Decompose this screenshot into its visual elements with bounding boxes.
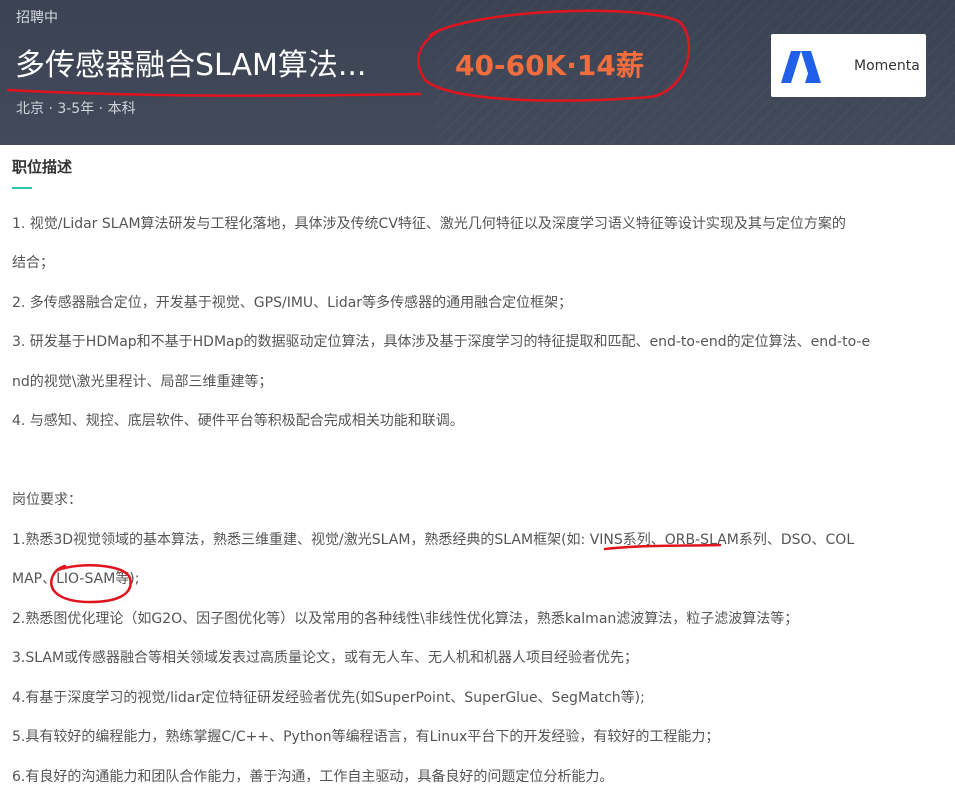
requirement-line: 2.熟悉图优化理论（如G2O、因子图优化等）以及常用的各种线性\非线性优化算法，…: [12, 611, 799, 627]
job-header: 招聘中 多传感器融合SLAM算法... 40-60K·14薪 北京 · 3-5年…: [0, 0, 955, 145]
description-line: 结合；: [12, 255, 54, 271]
job-title[interactable]: 多传感器融合SLAM算法...: [15, 44, 366, 88]
description-line: 1. 视觉/Lidar SLAM算法研发与工程化落地，具体涉及传统CV特征、激光…: [12, 216, 846, 232]
company-card[interactable]: Momenta: [771, 34, 926, 97]
requirement-line: 1.熟悉3D视觉领域的基本算法，熟悉三维重建、视觉/激光SLAM，熟悉经典的SL…: [12, 532, 855, 548]
job-salary: 40-60K·14薪: [455, 49, 644, 82]
section-underline: [12, 187, 32, 189]
requirement-line: 4.有基于深度学习的视觉/lidar定位特征研发经验者优先(如SuperPoin…: [12, 690, 645, 706]
requirement-line: 3.SLAM或传感器融合等相关领域发表过高质量论文，或有无人车、无人机和机器人项…: [12, 650, 639, 666]
requirement-line: 6.有良好的沟通能力和团队合作能力，善于沟通，工作自主驱动，具备良好的问题定位分…: [12, 769, 614, 785]
momenta-logo-icon: [781, 51, 821, 83]
requirement-line: MAP、LIO-SAM等);: [12, 571, 140, 587]
section-title: 职位描述: [12, 158, 73, 176]
requirement-line: 5.具有较好的编程能力，熟练掌握C/C++、Python等编程语言，有Linux…: [12, 729, 720, 745]
company-name: Momenta: [854, 58, 920, 74]
description-line: 3. 研发基于HDMap和不基于HDMap的数据驱动定位算法，具体涉及基于深度学…: [12, 334, 871, 350]
description-line: 2. 多传感器融合定位，开发基于视觉、GPS/IMU、Lidar等多传感器的通用…: [12, 295, 573, 311]
description-line: 4. 与感知、规控、底层软件、硬件平台等积极配合完成相关功能和联调。: [12, 413, 464, 429]
requirements-heading: 岗位要求：: [12, 492, 82, 508]
description-line: nd的视觉\激光里程计、局部三维重建等；: [12, 374, 273, 390]
job-meta: 北京 · 3-5年 · 本科: [16, 101, 136, 117]
job-status: 招聘中: [16, 10, 58, 26]
